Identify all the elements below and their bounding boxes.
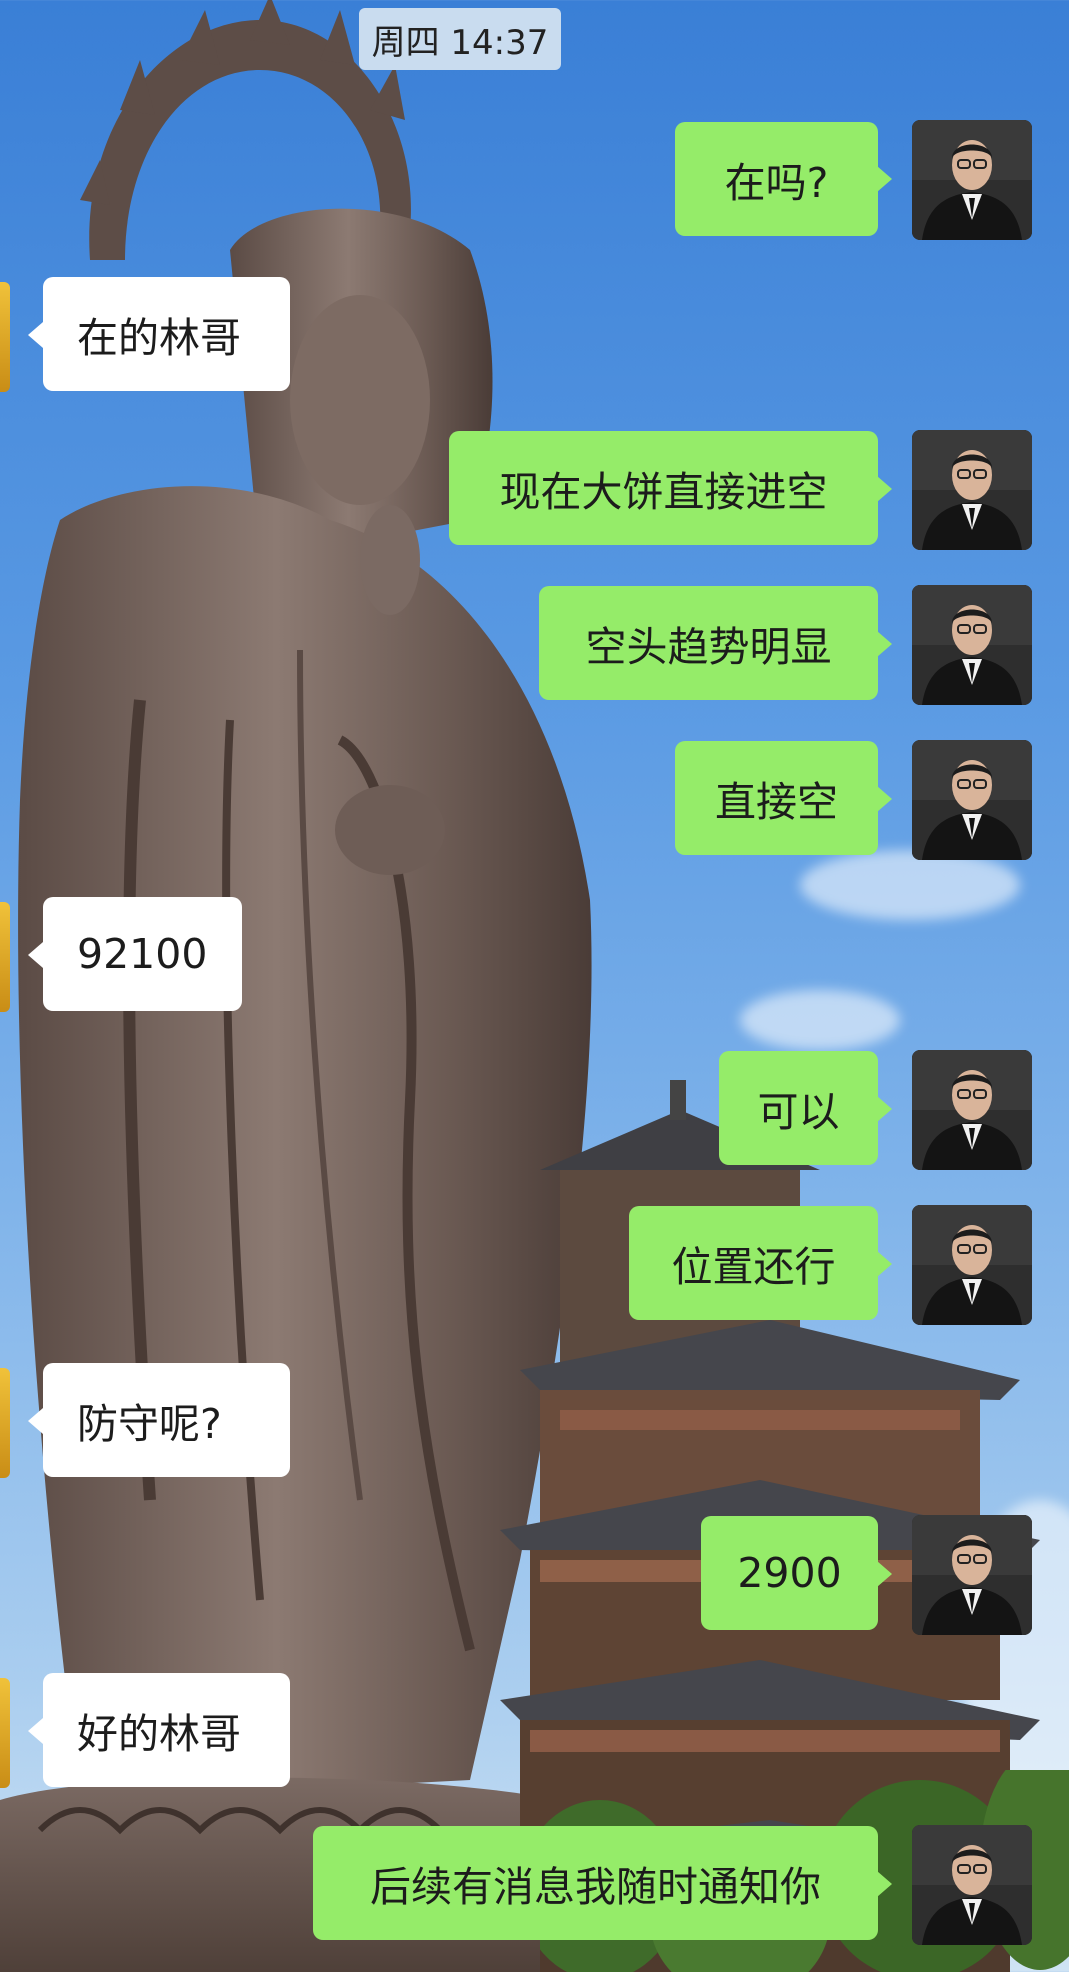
- contact-avatar-icon[interactable]: [0, 1368, 10, 1478]
- message-bubble-received[interactable]: 92100: [43, 897, 242, 1011]
- timestamp: 周四 14:37: [359, 8, 561, 70]
- bubble-tail: [28, 322, 43, 348]
- message-bubble-received[interactable]: 好的林哥: [43, 1673, 290, 1787]
- user-avatar-icon[interactable]: [912, 740, 1032, 860]
- user-avatar-icon[interactable]: [912, 430, 1032, 550]
- user-avatar-icon[interactable]: [912, 1050, 1032, 1170]
- cloud: [740, 990, 900, 1050]
- bubble-tail: [877, 1561, 892, 1587]
- cloud: [800, 850, 1020, 920]
- user-avatar-icon[interactable]: [912, 1825, 1032, 1945]
- message-bubble-sent[interactable]: 在吗?: [675, 122, 878, 236]
- bubble-tail: [877, 476, 892, 502]
- message-bubble-sent[interactable]: 位置还行: [629, 1206, 878, 1320]
- bubble-tail: [28, 1408, 43, 1434]
- bubble-tail: [877, 166, 892, 192]
- contact-avatar-icon[interactable]: [0, 1678, 10, 1788]
- bubble-tail: [877, 1871, 892, 1897]
- bubble-tail: [877, 1096, 892, 1122]
- bubble-tail: [28, 1718, 43, 1744]
- message-bubble-received[interactable]: 在的林哥: [43, 277, 290, 391]
- message-bubble-sent[interactable]: 后续有消息我随时通知你: [313, 1826, 878, 1940]
- user-avatar-icon[interactable]: [912, 585, 1032, 705]
- bubble-tail: [28, 942, 43, 968]
- message-bubble-sent[interactable]: 现在大饼直接进空: [449, 431, 878, 545]
- bubble-tail: [877, 631, 892, 657]
- message-bubble-sent[interactable]: 2900: [701, 1516, 878, 1630]
- bubble-tail: [877, 1251, 892, 1277]
- message-bubble-sent[interactable]: 可以: [719, 1051, 878, 1165]
- contact-avatar-icon[interactable]: [0, 902, 10, 1012]
- message-bubble-received[interactable]: 防守呢?: [43, 1363, 290, 1477]
- message-bubble-sent[interactable]: 直接空: [675, 741, 878, 855]
- user-avatar-icon[interactable]: [912, 1205, 1032, 1325]
- user-avatar-icon[interactable]: [912, 1515, 1032, 1635]
- message-bubble-sent[interactable]: 空头趋势明显: [539, 586, 878, 700]
- user-avatar-icon[interactable]: [912, 120, 1032, 240]
- bubble-tail: [877, 786, 892, 812]
- contact-avatar-icon[interactable]: [0, 282, 10, 392]
